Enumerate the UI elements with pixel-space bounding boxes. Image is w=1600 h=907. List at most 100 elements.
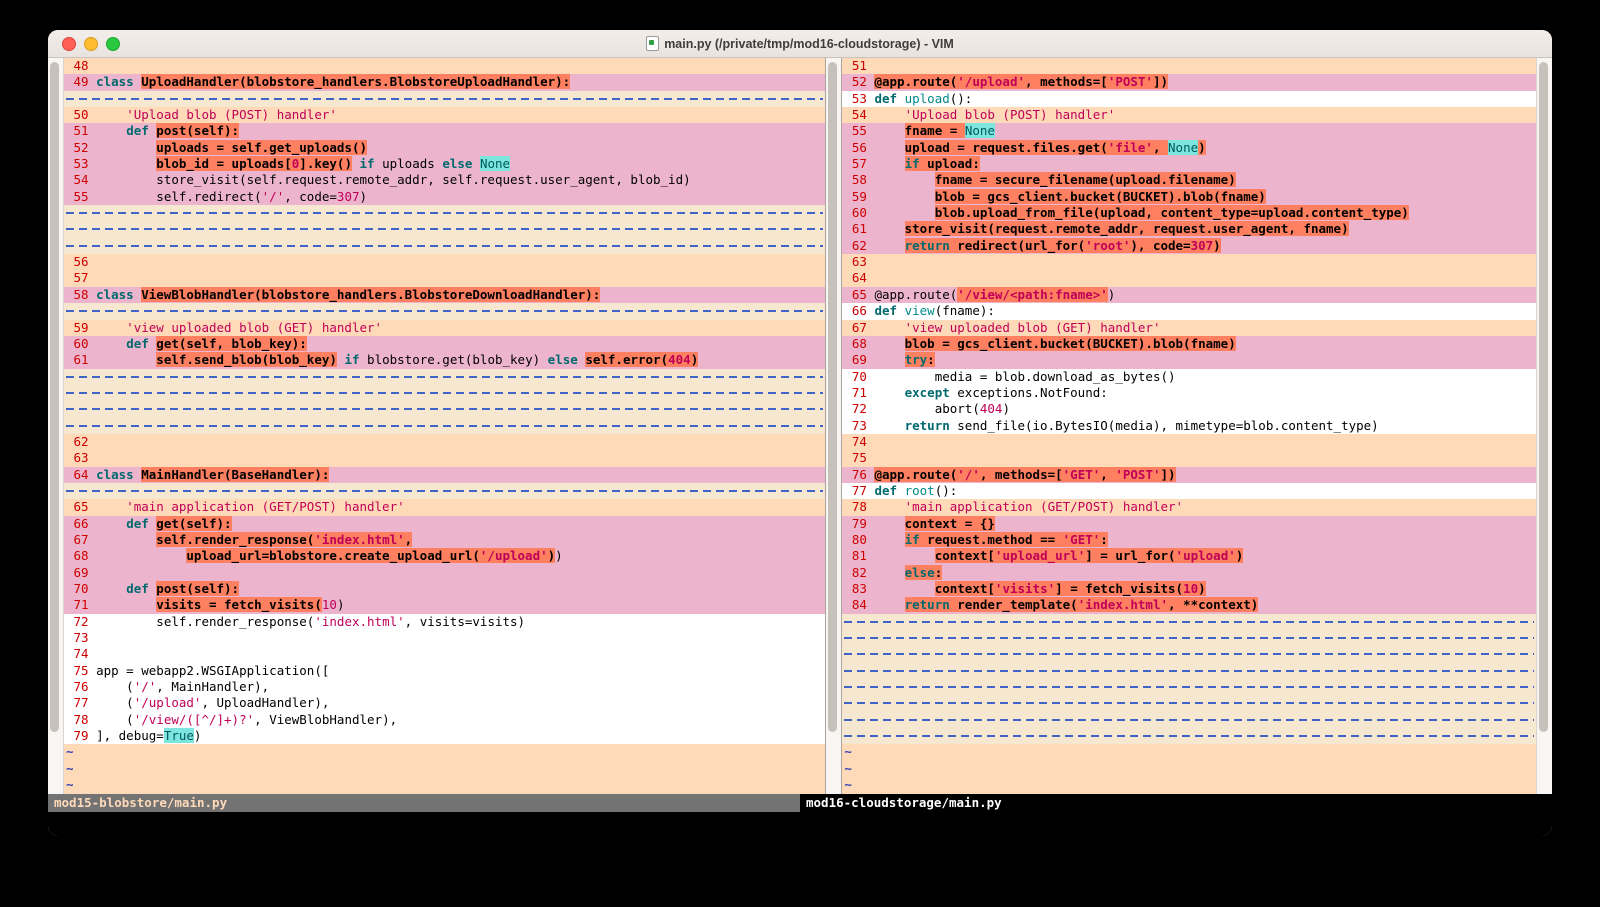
- code-line[interactable]: 53 blob_id = uploads[0].key() if uploads…: [64, 156, 825, 172]
- code-line[interactable]: 68 upload_url=blobstore.create_upload_ur…: [64, 548, 825, 564]
- code-line[interactable]: 65@app.route('/view/<path:fname>'): [842, 287, 1536, 303]
- code-line[interactable]: 58 fname = secure_filename(upload.filena…: [842, 172, 1536, 188]
- code-segment: 'POST': [1115, 467, 1160, 482]
- code-line[interactable]: 51: [842, 58, 1536, 74]
- code-segment: fname =: [905, 123, 965, 138]
- code-line[interactable]: 75: [842, 450, 1536, 466]
- code-line[interactable]: 74: [64, 646, 825, 662]
- left-scrollbar[interactable]: [48, 58, 64, 794]
- right-editor-pane[interactable]: 5152@app.route('/upload', methods=['POST…: [842, 58, 1536, 794]
- code-line[interactable]: 78 'main application (GET/POST) handler': [842, 499, 1536, 515]
- code-line[interactable]: 54 'Upload blob (POST) handler': [842, 107, 1536, 123]
- code-line[interactable]: 67 self.render_response('index.html',: [64, 532, 825, 548]
- code-line[interactable]: 71 except exceptions.NotFound:: [842, 385, 1536, 401]
- split-divider-scrollbar[interactable]: [825, 58, 842, 794]
- code-segment: def: [874, 483, 904, 498]
- code-line[interactable]: 59 'view uploaded blob (GET) handler': [64, 320, 825, 336]
- code-line[interactable]: 53def upload():: [842, 91, 1536, 107]
- code-segment: ): [691, 352, 699, 367]
- code-line[interactable]: 62 return redirect(url_for('root'), code…: [842, 238, 1536, 254]
- code-line[interactable]: 69 try:: [842, 352, 1536, 368]
- code-line[interactable]: 58class ViewBlobHandler(blobstore_handle…: [64, 287, 825, 303]
- code-line[interactable]: 61 self.send_blob(blob_key) if blobstore…: [64, 352, 825, 368]
- code-segment: upload = request.files.get(: [905, 140, 1108, 155]
- code-segment: 'file': [1108, 140, 1153, 155]
- code-segment: UploadHandler(blobstore_handlers.Blobsto…: [141, 74, 570, 89]
- left-editor-pane[interactable]: 4849class UploadHandler(blobstore_handle…: [64, 58, 825, 794]
- code-line[interactable]: 61 store_visit(request.remote_addr, requ…: [842, 221, 1536, 237]
- code-line[interactable]: 73 return send_file(io.BytesIO(media), m…: [842, 418, 1536, 434]
- code-line[interactable]: 63: [842, 254, 1536, 270]
- code-line[interactable]: 73: [64, 630, 825, 646]
- code-line[interactable]: 62: [64, 434, 825, 450]
- code-line[interactable]: 79], debug=True): [64, 728, 825, 744]
- right-scrollbar-thumb[interactable]: [1539, 62, 1548, 732]
- code-line[interactable]: 49class UploadHandler(blobstore_handlers…: [64, 74, 825, 90]
- code-line[interactable]: 65 'main application (GET/POST) handler': [64, 499, 825, 515]
- code-line[interactable]: 52@app.route('/upload', methods=['POST']…: [842, 74, 1536, 90]
- code-line[interactable]: 77 ('/upload', UploadHandler),: [64, 695, 825, 711]
- tilde-marker: ~: [844, 777, 852, 792]
- code-line[interactable]: 64: [842, 270, 1536, 286]
- code-line[interactable]: 69: [64, 565, 825, 581]
- code-line[interactable]: 64class MainHandler(BaseHandler):: [64, 467, 825, 483]
- code-segment: exceptions.NotFound:: [950, 385, 1108, 400]
- code-line[interactable]: 54 store_visit(self.request.remote_addr,…: [64, 172, 825, 188]
- code-segment: else: [442, 156, 472, 171]
- code-line[interactable]: 71 visits = fetch_visits(10): [64, 597, 825, 613]
- code-line[interactable]: 55 self.redirect('/', code=307): [64, 189, 825, 205]
- line-number: 78: [66, 712, 89, 728]
- code-line[interactable]: 55 fname = None: [842, 123, 1536, 139]
- code-segment: self.redirect(: [156, 189, 261, 204]
- code-line[interactable]: 75app = webapp2.WSGIApplication([: [64, 663, 825, 679]
- window-controls: [62, 30, 120, 57]
- code-line[interactable]: 60 blob.upload_from_file(upload, content…: [842, 205, 1536, 221]
- code-segment: self.render_response(: [156, 614, 314, 629]
- code-line[interactable]: 59 blob = gcs_client.bucket(BUCKET).blob…: [842, 189, 1536, 205]
- code-segment: 'upload_url': [995, 548, 1085, 563]
- code-line[interactable]: 76@app.route('/', methods=['GET', 'POST'…: [842, 467, 1536, 483]
- code-segment: [874, 499, 904, 514]
- close-button[interactable]: [62, 37, 76, 51]
- code-line[interactable]: 68 blob = gcs_client.bucket(BUCKET).blob…: [842, 336, 1536, 352]
- right-scrollbar[interactable]: [1536, 58, 1552, 794]
- code-line[interactable]: 81 context['upload_url'] = url_for('uplo…: [842, 548, 1536, 564]
- code-line[interactable]: 70 media = blob.download_as_bytes(): [842, 369, 1536, 385]
- minimize-button[interactable]: [84, 37, 98, 51]
- code-line[interactable]: 57 if upload:: [842, 156, 1536, 172]
- empty-buffer-line: ~: [64, 744, 825, 760]
- code-line[interactable]: 70 def post(self):: [64, 581, 825, 597]
- code-line[interactable]: 57: [64, 270, 825, 286]
- left-scrollbar-thumb[interactable]: [50, 62, 59, 732]
- empty-buffer-line: ~: [842, 761, 1536, 777]
- code-line[interactable]: 72 self.render_response('index.html', vi…: [64, 614, 825, 630]
- code-line[interactable]: 51 def post(self):: [64, 123, 825, 139]
- code-line[interactable]: 66 def get(self):: [64, 516, 825, 532]
- divider-scrollbar-thumb[interactable]: [828, 62, 837, 732]
- code-line[interactable]: 79 context = {}: [842, 516, 1536, 532]
- code-line[interactable]: 56 upload = request.files.get('file', No…: [842, 140, 1536, 156]
- code-line[interactable]: 63: [64, 450, 825, 466]
- code-line[interactable]: 48: [64, 58, 825, 74]
- code-line[interactable]: 52 uploads = self.get_uploads(): [64, 140, 825, 156]
- code-line[interactable]: 77def root():: [842, 483, 1536, 499]
- code-segment: [874, 548, 934, 563]
- code-line[interactable]: 56: [64, 254, 825, 270]
- code-segment: if: [360, 156, 375, 171]
- code-line[interactable]: 72 abort(404): [842, 401, 1536, 417]
- code-line[interactable]: 76 ('/', MainHandler),: [64, 679, 825, 695]
- code-segment: @app.route(: [874, 74, 957, 89]
- zoom-button[interactable]: [106, 37, 120, 51]
- code-line[interactable]: 78 ('/view/([^/]+)?', ViewBlobHandler),: [64, 712, 825, 728]
- code-line[interactable]: 84 return render_template('index.html', …: [842, 597, 1536, 613]
- code-line[interactable]: 82 else:: [842, 565, 1536, 581]
- code-line[interactable]: 50 'Upload blob (POST) handler': [64, 107, 825, 123]
- code-line[interactable]: 66def view(fname):: [842, 303, 1536, 319]
- code-line[interactable]: 67 'view uploaded blob (GET) handler': [842, 320, 1536, 336]
- line-number: 77: [66, 695, 89, 711]
- code-line[interactable]: 74: [842, 434, 1536, 450]
- code-line[interactable]: 83 context['visits'] = fetch_visits(10): [842, 581, 1536, 597]
- code-line[interactable]: 80 if request.method == 'GET':: [842, 532, 1536, 548]
- line-number: 73: [66, 630, 89, 646]
- code-line[interactable]: 60 def get(self, blob_key):: [64, 336, 825, 352]
